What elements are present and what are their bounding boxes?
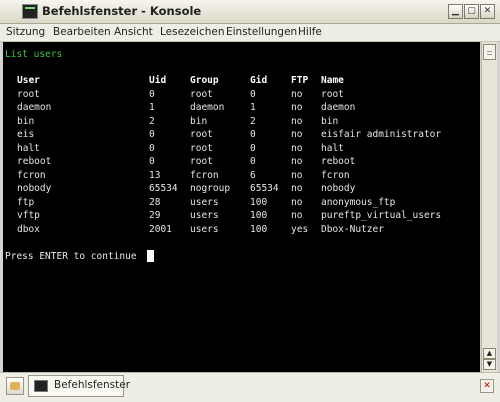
session-tab-bar: Befehlsfenster ✕ — [0, 372, 500, 402]
column-header: User — [17, 75, 40, 86]
table-cell: fcron — [17, 169, 46, 181]
table-cell: users — [190, 223, 219, 235]
column-header: Name — [321, 75, 344, 86]
table-cell: dbox — [17, 223, 40, 235]
new-session-icon[interactable] — [6, 377, 24, 395]
table-cell: 0 — [149, 88, 155, 100]
column-header: Uid — [149, 75, 167, 86]
table-cell: 0 — [250, 156, 256, 167]
table-cell: 100 — [250, 223, 268, 235]
table-cell: 2 — [149, 115, 155, 127]
window-title: Befehlsfenster - Konsole — [42, 4, 202, 18]
table-cell: ftp — [17, 196, 35, 208]
scrollbar-thumb[interactable] — [483, 44, 496, 60]
terminal-output[interactable]: List users User Uid Group Gid FTP Name root 0 ro… — [3, 42, 480, 372]
menu-lesezeichen[interactable]: Lesezeichen — [160, 26, 225, 38]
table-cell: 100 — [250, 196, 268, 208]
table-cell: bin — [321, 115, 339, 127]
table-cell: daemon — [190, 102, 225, 113]
table-cell: 2001 — [149, 223, 172, 235]
table-cell: daemon — [17, 102, 52, 113]
scroll-down-button[interactable]: ▼ — [483, 359, 496, 370]
table-cell: daemon — [321, 102, 356, 113]
table-cell: 1 — [250, 102, 256, 113]
table-cell: root — [321, 88, 344, 100]
menu-bar: Sitzung Bearbeiten Ansicht Lesezeichen E… — [0, 24, 500, 42]
table-cell: halt — [321, 142, 344, 154]
maximize-button[interactable]: ▢ — [464, 4, 479, 19]
table-cell: 0 — [250, 88, 256, 100]
table-cell: no — [291, 183, 303, 194]
table-cell: 2 — [250, 115, 256, 127]
table-cell: nogroup — [190, 183, 231, 194]
table-cell: fcron — [321, 169, 350, 181]
menu-sitzung[interactable]: Sitzung — [6, 26, 45, 38]
close-session-button[interactable]: ✕ — [480, 379, 494, 393]
table-cell: nobody — [17, 183, 52, 194]
terminal-icon — [34, 380, 48, 392]
table-cell: bin — [190, 115, 208, 127]
column-header: Group — [190, 75, 219, 86]
table-cell: reboot — [321, 156, 356, 167]
table-cell: pureftp_virtual_users — [321, 210, 442, 221]
column-header: FTP — [291, 75, 309, 86]
column-header: Gid — [250, 75, 268, 86]
vertical-scrollbar[interactable]: ▲ ▼ — [481, 42, 497, 372]
table-cell: yes — [291, 223, 309, 235]
table-cell: no — [291, 102, 303, 113]
table-cell: 65534 — [149, 183, 178, 194]
menu-ansicht[interactable]: Ansicht — [114, 26, 153, 38]
table-cell: no — [291, 142, 303, 154]
menu-hilfe[interactable]: Hilfe — [298, 26, 322, 38]
table-cell: no — [291, 156, 303, 167]
table-cell: no — [291, 196, 303, 208]
table-cell: root — [190, 142, 213, 154]
table-cell: 1 — [149, 102, 155, 113]
table-cell: bin — [17, 115, 35, 127]
table-cell: users — [190, 210, 219, 221]
table-cell: eis — [17, 129, 35, 140]
table-cell: Dbox-Nutzer — [321, 223, 384, 235]
menu-einstellungen[interactable]: Einstellungen — [226, 26, 297, 38]
scroll-up-button[interactable]: ▲ — [483, 348, 496, 359]
terminal-title: List users — [5, 49, 63, 60]
table-cell: no — [291, 210, 303, 221]
table-cell: vftp — [17, 210, 40, 221]
table-cell: 0 — [250, 142, 256, 154]
table-cell: root — [190, 129, 213, 140]
table-cell: reboot — [17, 156, 52, 167]
window-title-bar[interactable]: Befehlsfenster - Konsole ▁ ▢ ✕ — [0, 0, 500, 24]
terminal-icon — [22, 4, 38, 19]
table-cell: 6 — [250, 169, 256, 181]
table-cell: 65534 — [250, 183, 279, 194]
close-button[interactable]: ✕ — [480, 4, 495, 19]
table-cell: nobody — [321, 183, 356, 194]
table-cell: 100 — [250, 210, 268, 221]
tab-label: Befehlsfenster — [54, 379, 131, 391]
table-cell: root — [190, 156, 213, 167]
table-cell: 13 — [149, 169, 161, 181]
table-cell: no — [291, 88, 303, 100]
terminal-cursor — [147, 250, 154, 262]
table-cell: eisfair administrator — [321, 129, 442, 140]
table-cell: fcron — [190, 169, 219, 181]
table-cell: 0 — [149, 142, 155, 154]
minimize-button[interactable]: ▁ — [448, 4, 463, 19]
table-cell: 0 — [149, 129, 155, 140]
continue-prompt: Press ENTER to continue — [5, 251, 137, 262]
table-cell: 0 — [250, 129, 256, 140]
table-cell: no — [291, 115, 303, 127]
table-cell: root — [17, 88, 40, 100]
table-cell: 0 — [149, 156, 155, 167]
table-cell: users — [190, 196, 219, 208]
table-cell: root — [190, 88, 213, 100]
table-cell: anonymous_ftp — [321, 196, 396, 208]
tab-befehlsfenster[interactable]: Befehlsfenster — [28, 375, 130, 397]
table-cell: 29 — [149, 210, 161, 221]
table-cell: 28 — [149, 196, 161, 208]
table-cell: no — [291, 169, 303, 181]
table-cell: no — [291, 129, 303, 140]
menu-bearbeiten[interactable]: Bearbeiten — [53, 26, 111, 38]
table-cell: halt — [17, 142, 40, 154]
